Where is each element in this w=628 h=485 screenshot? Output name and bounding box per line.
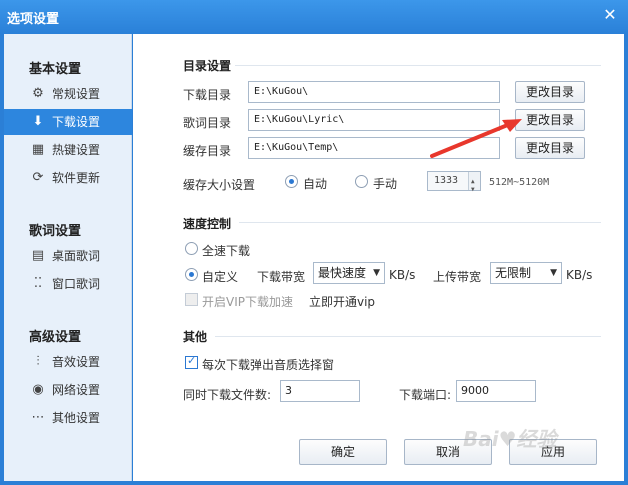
download-unit: KB/s	[389, 268, 416, 282]
window-lyric-icon: ⁚⁚	[33, 276, 43, 291]
sidebar-item-label: 桌面歌词	[52, 249, 101, 263]
gear-icon: ⚙	[32, 86, 44, 101]
update-icon: ⟳	[32, 170, 44, 185]
network-icon: ◉	[32, 382, 44, 397]
cache-size-value: 1333	[434, 175, 459, 186]
upload-bandwidth-select[interactable]: 无限制 ▼	[490, 262, 562, 284]
cache-auto-radio[interactable]	[285, 175, 298, 188]
upload-unit: KB/s	[566, 268, 593, 282]
download-icon: ⬇	[32, 114, 44, 129]
desktop-lyric-icon: ▤	[31, 248, 45, 263]
sidebar-item-sound[interactable]: ⫶ 音效设置	[4, 349, 132, 375]
download-bandwidth-label: 下载带宽	[257, 270, 306, 284]
title-bar: 选项设置 ✕	[0, 0, 628, 34]
cache-size-label: 缓存大小设置	[183, 178, 256, 192]
watermark: Bai♥经验	[463, 427, 557, 451]
sidebar-item-window-lyric[interactable]: ⁚⁚ 窗口歌词	[4, 271, 132, 297]
download-bandwidth-value: 最快速度	[318, 266, 367, 280]
cache-size-stepper[interactable]: 1333 ▲ ▼	[427, 171, 481, 193]
chevron-down-icon: ▼	[373, 268, 380, 278]
annotation-arrow-icon	[430, 119, 522, 158]
section-title-directory: 目录设置	[183, 59, 232, 73]
keyboard-icon: ▦	[31, 142, 45, 157]
settings-panel: 目录设置 下载目录 E:\KuGou\ 更改目录 歌词目录 E:\KuGou\L…	[133, 34, 624, 481]
sidebar: 基本设置 ⚙ 常规设置 ⬇ 下载设置 ▦ 热键设置 ⟳ 软件更新 歌词设置 ▤ …	[4, 34, 132, 481]
upload-bandwidth-label: 上传带宽	[433, 270, 482, 284]
cache-manual-label: 手动	[373, 177, 398, 191]
divider	[239, 222, 601, 223]
equalizer-icon: ⫶	[36, 354, 40, 369]
sidebar-group-lyrics: 歌词设置	[29, 224, 82, 239]
change-download-dir-button[interactable]: 更改目录	[515, 81, 585, 103]
sidebar-item-label: 窗口歌词	[52, 277, 101, 291]
full-speed-label: 全速下载	[202, 244, 251, 258]
sidebar-item-update[interactable]: ⟳ 软件更新	[4, 165, 132, 191]
download-dir-label: 下载目录	[183, 88, 232, 102]
sidebar-group-basic: 基本设置	[29, 62, 82, 77]
concurrent-downloads-label: 同时下载文件数:	[183, 388, 272, 402]
close-icon[interactable]: ✕	[600, 5, 620, 25]
sidebar-item-network[interactable]: ◉ 网络设置	[4, 377, 132, 403]
stepper-arrows[interactable]: ▲ ▼	[468, 172, 480, 193]
download-dir-field[interactable]: E:\KuGou\	[248, 81, 500, 103]
sidebar-item-other[interactable]: ⋯ 其他设置	[4, 405, 132, 431]
cache-manual-radio[interactable]	[355, 175, 368, 188]
sidebar-item-download[interactable]: ⬇ 下载设置	[4, 109, 132, 135]
sidebar-item-general[interactable]: ⚙ 常规设置	[4, 81, 132, 107]
quality-popup-checkbox[interactable]	[185, 354, 198, 369]
custom-speed-radio[interactable]	[185, 268, 198, 281]
cache-dir-label: 缓存目录	[183, 144, 232, 158]
sidebar-group-advanced: 高级设置	[29, 330, 82, 345]
divider	[235, 65, 601, 66]
sidebar-item-label: 音效设置	[52, 355, 101, 369]
sidebar-item-label: 热键设置	[52, 143, 101, 157]
open-vip-link[interactable]: 立即开通vip	[309, 293, 375, 310]
vip-accelerate-label: 开启VIP下载加速	[202, 295, 293, 309]
chevron-down-icon: ▼	[550, 268, 557, 278]
lyric-dir-label: 歌词目录	[183, 116, 232, 130]
download-port-label: 下载端口:	[399, 388, 452, 402]
sidebar-item-label: 下载设置	[52, 115, 101, 129]
more-icon: ⋯	[31, 410, 45, 425]
section-title-other: 其他	[183, 330, 208, 344]
sidebar-item-label: 常规设置	[52, 87, 101, 101]
sidebar-item-hotkey[interactable]: ▦ 热键设置	[4, 137, 132, 163]
quality-popup-label: 每次下载弹出音质选择窗	[202, 358, 335, 372]
full-speed-radio[interactable]	[185, 242, 198, 255]
sidebar-item-label: 其他设置	[52, 411, 101, 425]
ok-button[interactable]: 确定	[299, 439, 387, 465]
window-title: 选项设置	[7, 12, 60, 27]
cache-auto-label: 自动	[303, 177, 328, 191]
sidebar-item-desktop-lyric[interactable]: ▤ 桌面歌词	[4, 243, 132, 269]
upload-bandwidth-value: 无限制	[495, 266, 532, 280]
download-port-input[interactable]: 9000	[456, 380, 536, 402]
custom-speed-label: 自定义	[202, 270, 239, 284]
sidebar-item-label: 软件更新	[52, 171, 101, 185]
cache-size-range: 512M~5120M	[489, 177, 550, 188]
vip-accelerate-checkbox[interactable]	[185, 293, 198, 306]
divider	[215, 336, 601, 337]
stepper-down-icon[interactable]: ▼	[471, 181, 475, 199]
download-bandwidth-select[interactable]: 最快速度 ▼	[313, 262, 385, 284]
section-title-speed: 速度控制	[183, 217, 232, 231]
concurrent-downloads-input[interactable]: 3	[280, 380, 360, 402]
sidebar-item-label: 网络设置	[52, 383, 101, 397]
